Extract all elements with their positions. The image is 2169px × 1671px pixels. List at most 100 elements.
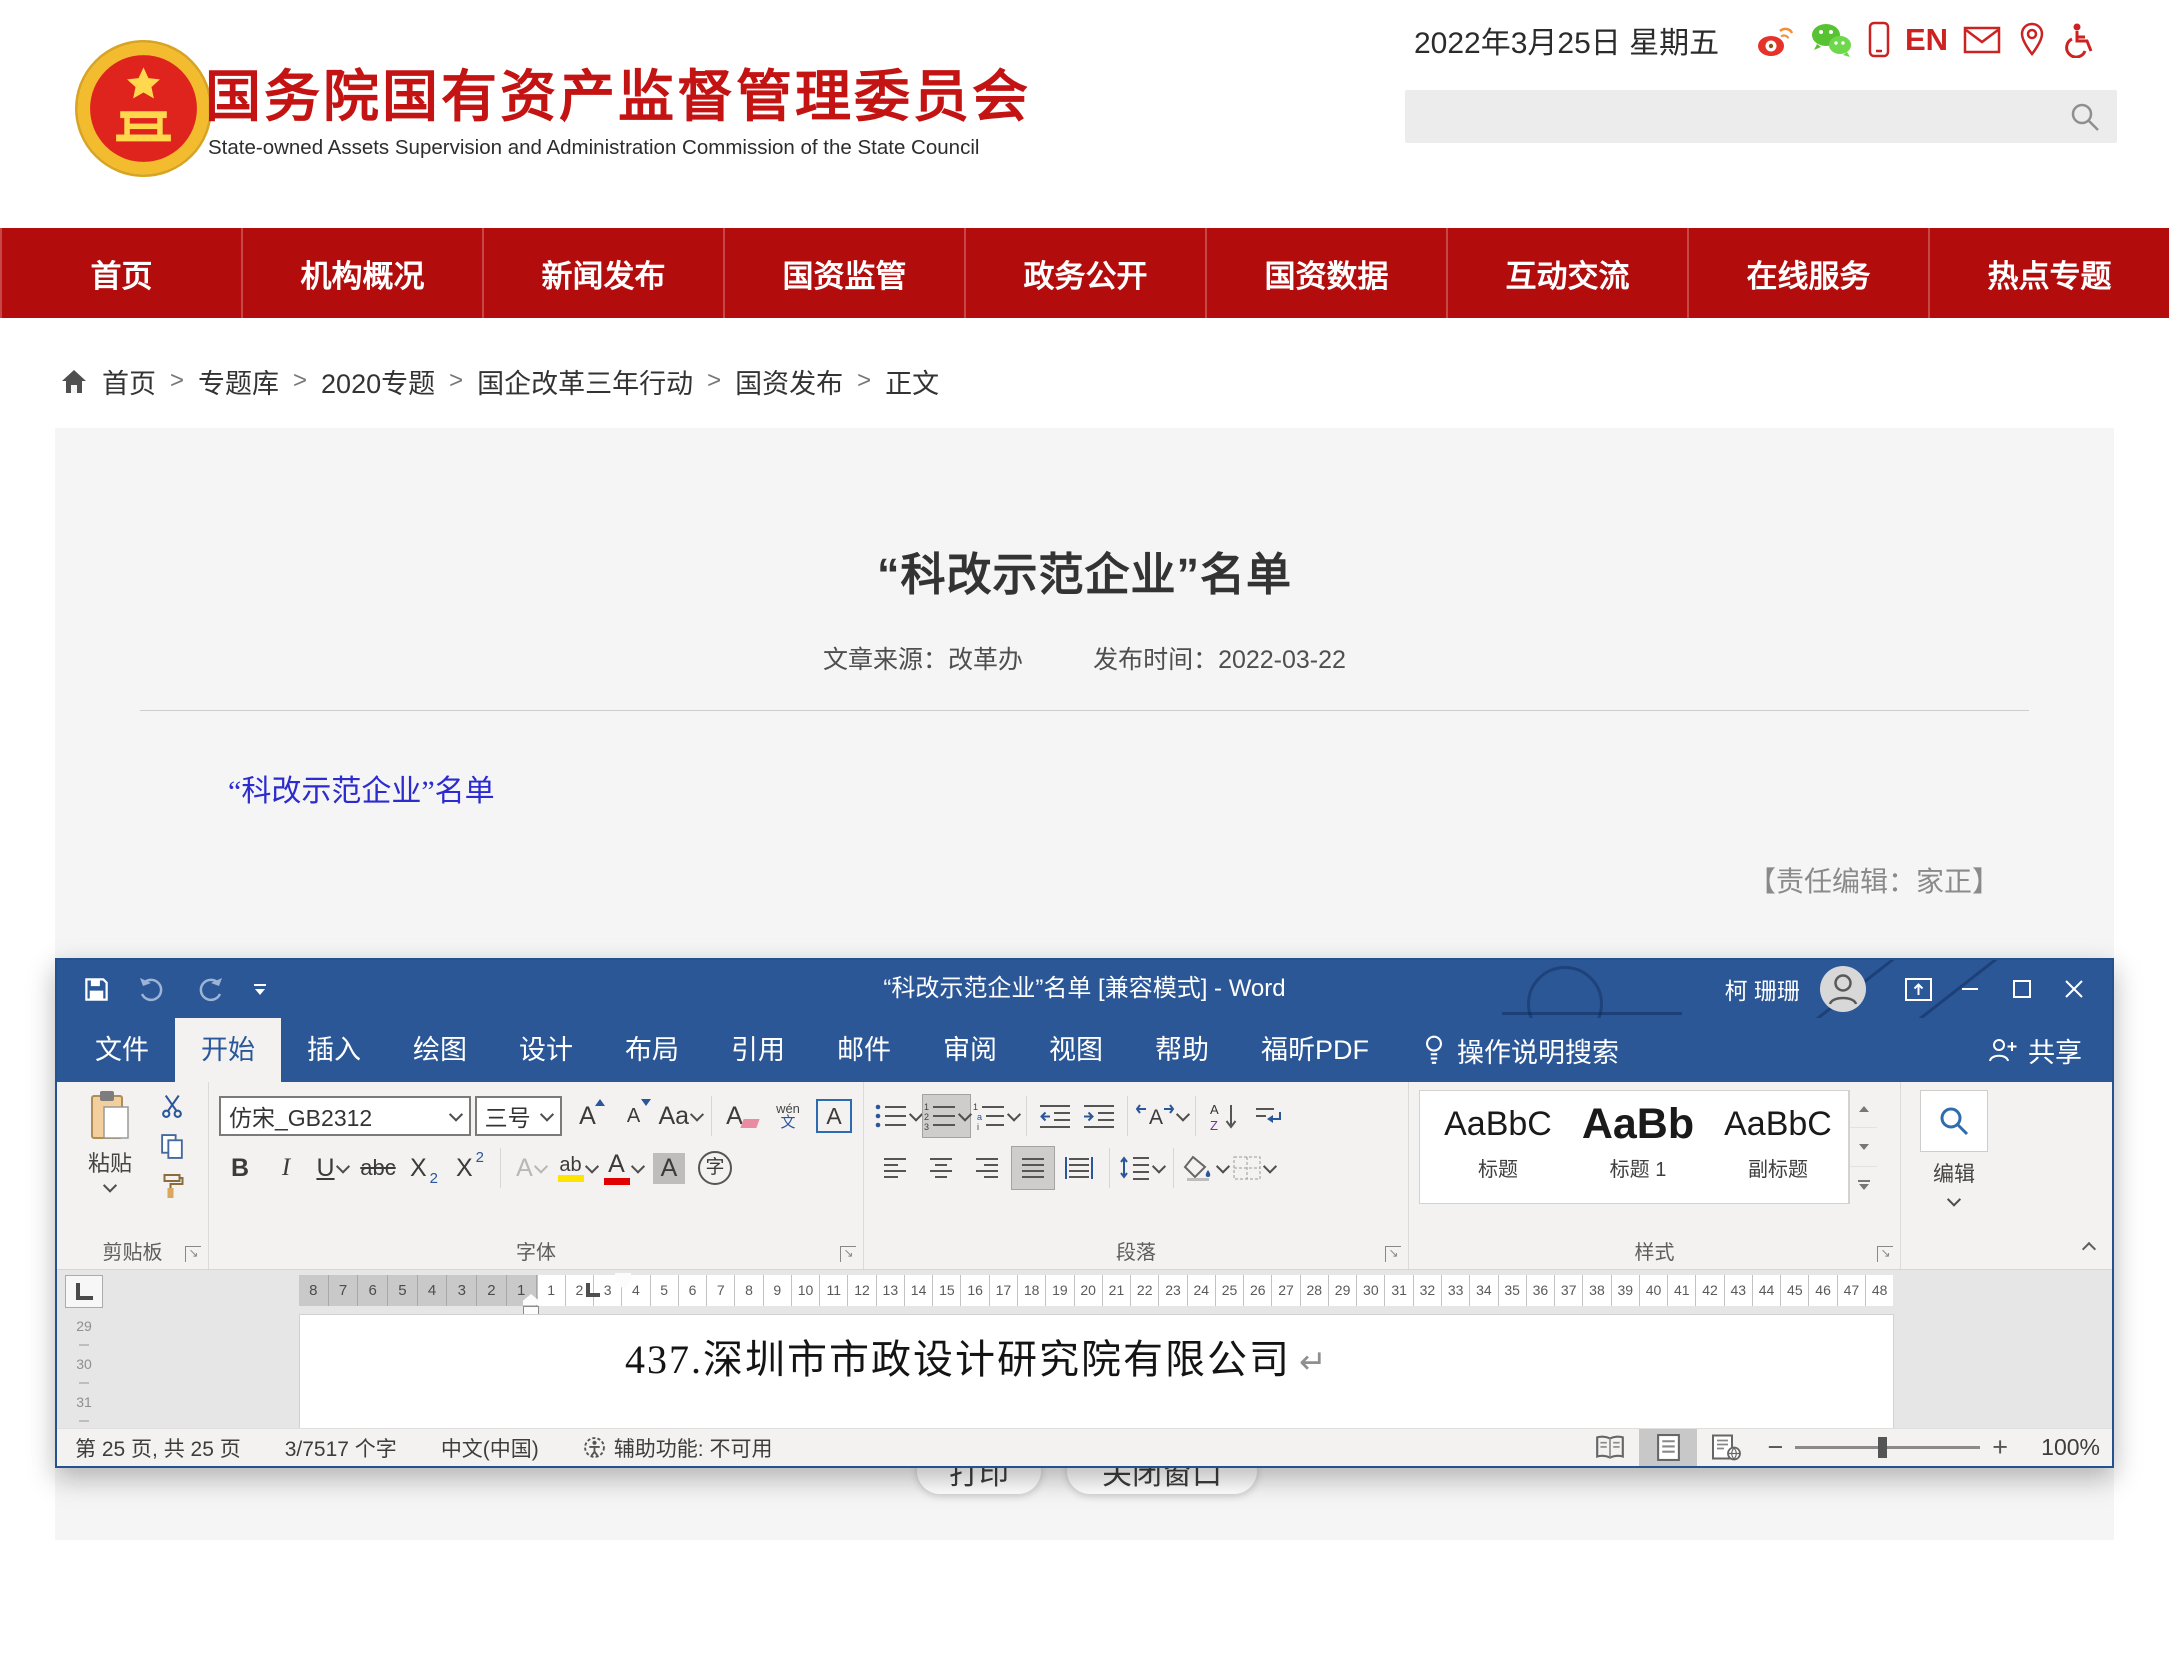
accessibility-icon[interactable] [2063,22,2093,58]
tab-stop-marker[interactable] [586,1283,600,1297]
subscript-button[interactable]: X2 [403,1147,445,1189]
tell-me-search[interactable]: 操作说明搜索 [1423,1018,1619,1082]
accessibility-status[interactable]: 辅助功能: 不可用 [583,1433,773,1463]
character-shading-button[interactable]: A [648,1147,690,1189]
superscript-button[interactable]: X2 [449,1147,491,1189]
attachment-link[interactable]: “科改示范企业”名单 [228,766,495,810]
font-name-select[interactable]: 仿宋_GB2312 [219,1096,471,1136]
account-user-name[interactable]: 柯 珊珊 [1725,972,1800,1006]
style-item[interactable]: AaBb 标题 1 [1568,1095,1708,1203]
read-mode-icon[interactable] [1581,1429,1639,1466]
change-case-button[interactable]: Aa [658,1095,702,1137]
zoom-slider[interactable] [1795,1446,1980,1449]
styles-dialog-launcher-icon[interactable]: ↘ [1877,1246,1893,1262]
ribbon-tab[interactable]: 设计 [493,1018,599,1082]
ribbon-tab[interactable]: 布局 [599,1018,705,1082]
web-layout-icon[interactable] [1697,1429,1755,1466]
nav-item[interactable]: 互动交流 [1446,228,1687,318]
redo-icon[interactable] [194,976,226,1002]
nav-item[interactable]: 首页 [0,228,241,318]
breadcrumb-item[interactable]: 专题库 > [198,362,307,401]
shrink-font-button[interactable]: A [612,1095,654,1137]
numbering-button[interactable]: 123 [923,1095,970,1137]
styles-more-icon[interactable] [1850,1167,1877,1204]
nav-item[interactable]: 热点专题 [1928,228,2169,318]
underline-button[interactable]: U [311,1147,353,1189]
ribbon-display-options-icon[interactable] [1892,960,1944,1018]
enclose-characters-button[interactable]: 字 [694,1147,736,1189]
zoom-slider-thumb[interactable] [1878,1437,1887,1458]
document-page[interactable]: 437.深圳市市政设计研究院有限公司 ↵ [299,1314,1894,1432]
ribbon-tab[interactable]: 福昕PDF [1235,1018,1395,1082]
ribbon-tab[interactable]: 绘图 [387,1018,493,1082]
nav-item[interactable]: 在线服务 [1687,228,1928,318]
mail-icon[interactable] [1963,25,2001,55]
print-layout-icon[interactable] [1639,1429,1697,1466]
character-border-button[interactable]: A [813,1095,855,1137]
nav-item[interactable]: 国资监管 [723,228,964,318]
share-button[interactable]: 共享 [1986,1018,2082,1082]
ribbon-tab[interactable]: 审阅 [917,1018,1023,1082]
ribbon-tab[interactable]: 文件 [69,1018,175,1082]
grow-font-button[interactable]: A [566,1095,608,1137]
align-left-button[interactable] [874,1147,916,1189]
site-search-input[interactable] [1405,90,2117,143]
ribbon-tab[interactable]: 邮件 [811,1018,917,1082]
style-item[interactable]: AaBbC 副标题 [1708,1095,1848,1203]
italic-button[interactable]: I [265,1147,307,1189]
styles-scroll-up-icon[interactable] [1850,1090,1877,1128]
ribbon-tab[interactable]: 开始 [175,1018,281,1082]
ribbon-tab[interactable]: 引用 [705,1018,811,1082]
tab-selector[interactable] [65,1275,103,1308]
minimize-icon[interactable] [1944,960,1996,1018]
decrease-indent-button[interactable] [1034,1095,1076,1137]
text-highlight-button[interactable]: ab [556,1147,598,1189]
document-text-line[interactable]: 437.深圳市市政设计研究院有限公司 ↵ [625,1327,1327,1385]
increase-indent-button[interactable] [1078,1095,1120,1137]
breadcrumb-item[interactable]: 国资发布 > [735,362,871,401]
font-dialog-launcher-icon[interactable]: ↘ [840,1246,856,1262]
weibo-icon[interactable] [1756,22,1794,58]
font-color-button[interactable]: A [602,1147,644,1189]
ribbon-tab[interactable]: 视图 [1023,1018,1129,1082]
avatar[interactable] [1820,966,1866,1012]
mobile-icon[interactable] [1868,21,1890,59]
edit-button[interactable]: 编辑 [1933,1158,1975,1188]
format-painter-icon[interactable] [157,1172,187,1200]
breadcrumb-item[interactable]: 正文 > [885,362,939,401]
ribbon-tab[interactable]: 插入 [281,1018,387,1082]
home-icon[interactable] [60,368,88,395]
multilevel-list-button[interactable]: 1ai [972,1095,1019,1137]
copy-icon[interactable] [157,1132,187,1160]
borders-button[interactable] [1232,1147,1275,1189]
vertical-ruler[interactable]: 293031 [65,1314,103,1432]
align-right-button[interactable] [966,1147,1008,1189]
word-count[interactable]: 3/7517 个字 [285,1433,397,1463]
shading-button[interactable] [1183,1147,1228,1189]
location-icon[interactable] [2016,22,2048,58]
breadcrumb-item[interactable]: 首页 > [102,362,184,401]
font-size-select[interactable]: 三号 [475,1096,563,1136]
breadcrumb-item[interactable]: 国企改革三年行动 > [477,362,721,401]
nav-item[interactable]: 机构概况 [241,228,482,318]
strikethrough-button[interactable]: abc [357,1147,399,1189]
undo-icon[interactable] [136,976,168,1002]
word-titlebar[interactable]: “科改示范企业”名单 [兼容模式] - Word 柯 珊珊 [57,960,2112,1018]
sort-button[interactable]: A Z [1203,1095,1245,1137]
show-paragraph-marks-button[interactable] [1247,1095,1289,1137]
nav-item[interactable]: 政务公开 [964,228,1205,318]
ribbon-tab[interactable]: 帮助 [1129,1018,1235,1082]
asian-layout-button[interactable]: A [1135,1095,1188,1137]
find-button[interactable] [1920,1090,1988,1152]
save-icon[interactable] [83,976,110,1003]
bold-button[interactable]: B [219,1147,261,1189]
line-spacing-button[interactable] [1119,1147,1164,1189]
distribute-button[interactable] [1058,1147,1100,1189]
phonetic-guide-button[interactable]: wén文 [767,1095,809,1137]
page-indicator[interactable]: 第 25 页, 共 25 页 [75,1433,241,1463]
text-effects-button[interactable]: A [510,1147,552,1189]
paste-button[interactable]: 粘贴 [67,1090,153,1239]
english-version-link[interactable]: EN [1905,22,1948,58]
style-item[interactable]: AaBbC 标题 [1428,1095,1568,1203]
bullets-button[interactable] [874,1095,921,1137]
